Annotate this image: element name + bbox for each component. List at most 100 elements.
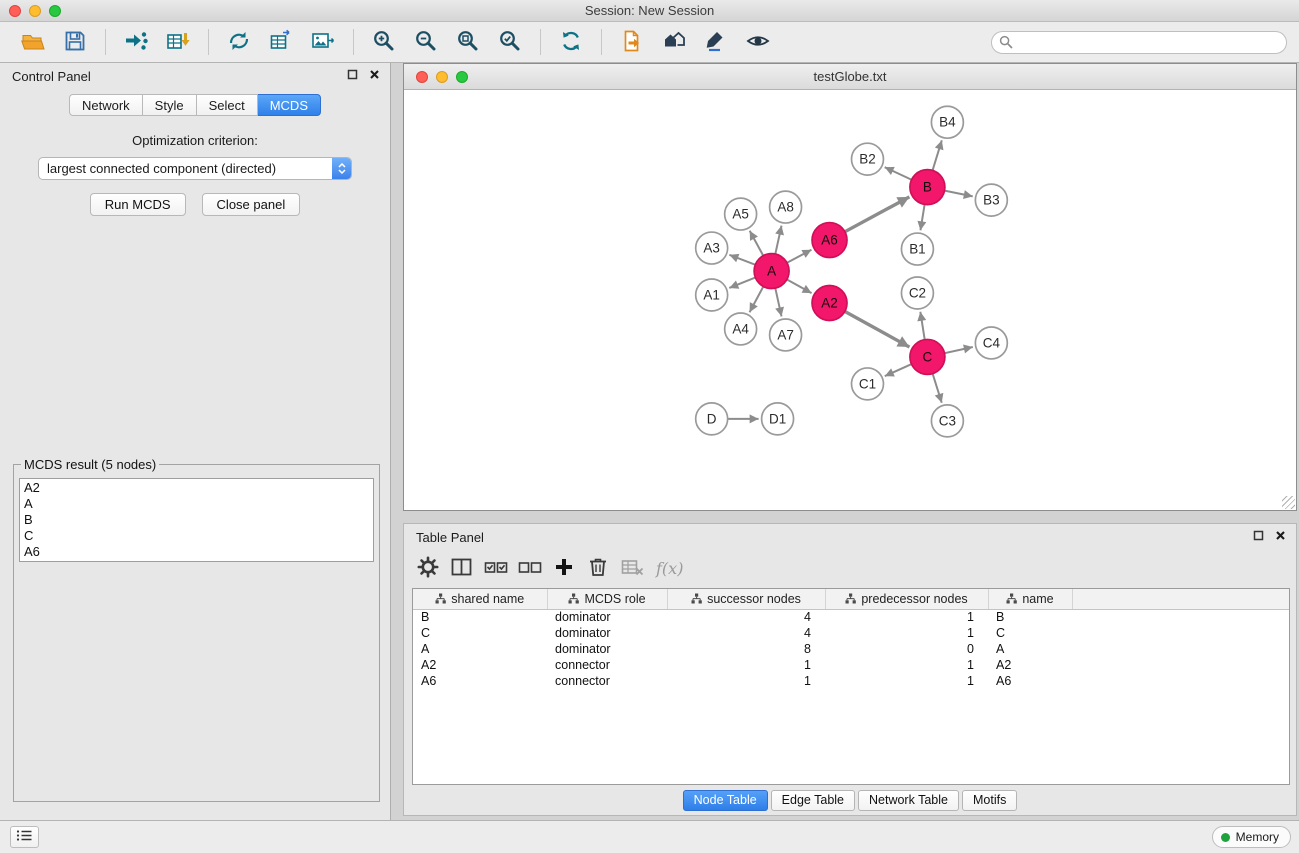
graph-node-C2[interactable]: C2: [901, 277, 933, 309]
graph-node-B[interactable]: B: [910, 170, 945, 205]
column-header-shared-name[interactable]: shared name: [413, 589, 547, 609]
graph-node-B3[interactable]: B3: [975, 184, 1007, 216]
export-network-button[interactable]: [222, 26, 256, 58]
tab-network[interactable]: Network: [69, 94, 143, 116]
import-network-button[interactable]: [119, 26, 153, 58]
mcds-result-list[interactable]: A2 A B C A6: [19, 478, 374, 562]
cell-successor-nodes[interactable]: 1: [667, 673, 825, 689]
graph-node-D1[interactable]: D1: [762, 403, 794, 435]
result-item[interactable]: A2: [24, 480, 369, 496]
network-zoom-button[interactable]: [456, 71, 468, 83]
resize-grip[interactable]: [1282, 496, 1295, 509]
tab-style[interactable]: Style: [143, 94, 197, 116]
memory-button[interactable]: Memory: [1212, 826, 1291, 848]
cell-name[interactable]: A6: [988, 673, 1072, 689]
run-mcds-button[interactable]: Run MCDS: [90, 193, 186, 216]
graph-node-C4[interactable]: C4: [975, 327, 1007, 359]
table-row[interactable]: Adominator80A: [413, 641, 1289, 657]
cell-mcds-role[interactable]: dominator: [547, 609, 667, 625]
delete-column-button[interactable]: [584, 554, 612, 582]
export-table-button[interactable]: [264, 26, 298, 58]
column-header-successor-nodes[interactable]: successor nodes: [667, 589, 825, 609]
import-table-button[interactable]: [161, 26, 195, 58]
zoom-selected-button[interactable]: [493, 26, 527, 58]
cell-predecessor-nodes[interactable]: 1: [825, 673, 988, 689]
graph-node-A3[interactable]: A3: [696, 232, 728, 264]
home-button[interactable]: [657, 26, 691, 58]
graph-node-C1[interactable]: C1: [851, 368, 883, 400]
graph-node-A8[interactable]: A8: [770, 191, 802, 223]
graph-node-A1[interactable]: A1: [696, 279, 728, 311]
zoom-fit-button[interactable]: [451, 26, 485, 58]
graph-node-C3[interactable]: C3: [931, 405, 963, 437]
graph-node-A4[interactable]: A4: [725, 313, 757, 345]
column-header-mcds-role[interactable]: MCDS role: [547, 589, 667, 609]
cell-predecessor-nodes[interactable]: 1: [825, 609, 988, 625]
cell-predecessor-nodes[interactable]: 1: [825, 625, 988, 641]
result-item[interactable]: B: [24, 512, 369, 528]
save-session-button[interactable]: [58, 26, 92, 58]
criterion-dropdown[interactable]: largest connected component (directed): [38, 157, 352, 180]
cell-predecessor-nodes[interactable]: 1: [825, 657, 988, 673]
float-panel-icon[interactable]: [347, 69, 358, 80]
cell-name[interactable]: A2: [988, 657, 1072, 673]
cell-name[interactable]: C: [988, 625, 1072, 641]
cell-mcds-role[interactable]: dominator: [547, 641, 667, 657]
graph-node-C[interactable]: C: [910, 339, 945, 374]
cell-predecessor-nodes[interactable]: 0: [825, 641, 988, 657]
tab-select[interactable]: Select: [197, 94, 258, 116]
open-network-file-button[interactable]: [615, 26, 649, 58]
tab-motifs[interactable]: Motifs: [962, 790, 1017, 811]
tab-network-table[interactable]: Network Table: [858, 790, 959, 811]
cell-mcds-role[interactable]: dominator: [547, 625, 667, 641]
zoom-window-button[interactable]: [49, 5, 61, 17]
zoom-in-button[interactable]: [367, 26, 401, 58]
cell-shared-name[interactable]: B: [413, 609, 547, 625]
table-row[interactable]: A2connector11A2: [413, 657, 1289, 673]
cell-shared-name[interactable]: A6: [413, 673, 547, 689]
result-item[interactable]: C: [24, 528, 369, 544]
cell-shared-name[interactable]: A2: [413, 657, 547, 673]
graph-node-A7[interactable]: A7: [770, 319, 802, 351]
graph-node-A5[interactable]: A5: [725, 198, 757, 230]
result-item[interactable]: A: [24, 496, 369, 512]
cell-successor-nodes[interactable]: 8: [667, 641, 825, 657]
column-header-name[interactable]: name: [988, 589, 1072, 609]
cell-mcds-role[interactable]: connector: [547, 673, 667, 689]
result-item[interactable]: A6: [24, 544, 369, 560]
show-columns-button[interactable]: [448, 554, 476, 582]
network-canvas[interactable]: B4B2BB3A8A5A6B1A3AC2A1A2A4A7C4CC1C3DD1: [404, 90, 1296, 510]
zoom-out-button[interactable]: [409, 26, 443, 58]
graph-node-B1[interactable]: B1: [901, 233, 933, 265]
tab-mcds[interactable]: MCDS: [258, 94, 321, 116]
table-row[interactable]: Bdominator41B: [413, 609, 1289, 625]
deselect-all-button[interactable]: [516, 554, 544, 582]
close-panel-button[interactable]: Close panel: [202, 193, 301, 216]
cell-name[interactable]: B: [988, 609, 1072, 625]
search-input[interactable]: [991, 31, 1287, 54]
tab-node-table[interactable]: Node Table: [683, 790, 768, 811]
close-panel-icon[interactable]: [369, 69, 380, 80]
float-panel-icon[interactable]: [1253, 530, 1264, 541]
add-column-button[interactable]: [550, 554, 578, 582]
table-row[interactable]: A6connector11A6: [413, 673, 1289, 689]
network-close-button[interactable]: [416, 71, 428, 83]
cell-successor-nodes[interactable]: 4: [667, 625, 825, 641]
graph-node-A2[interactable]: A2: [812, 286, 847, 321]
cell-shared-name[interactable]: C: [413, 625, 547, 641]
select-all-button[interactable]: [482, 554, 510, 582]
cell-name[interactable]: A: [988, 641, 1072, 657]
table-settings-button[interactable]: [414, 554, 442, 582]
table-row[interactable]: Cdominator41C: [413, 625, 1289, 641]
close-window-button[interactable]: [9, 5, 21, 17]
eye-button[interactable]: [741, 26, 775, 58]
graph-node-B2[interactable]: B2: [851, 143, 883, 175]
close-panel-icon[interactable]: [1275, 530, 1286, 541]
cell-mcds-role[interactable]: connector: [547, 657, 667, 673]
refresh-layout-button[interactable]: [554, 26, 588, 58]
column-header-predecessor-nodes[interactable]: predecessor nodes: [825, 589, 988, 609]
graph-node-A6[interactable]: A6: [812, 223, 847, 258]
show-panels-button[interactable]: [10, 826, 39, 848]
annotation-pen-button[interactable]: [699, 26, 733, 58]
cell-successor-nodes[interactable]: 4: [667, 609, 825, 625]
